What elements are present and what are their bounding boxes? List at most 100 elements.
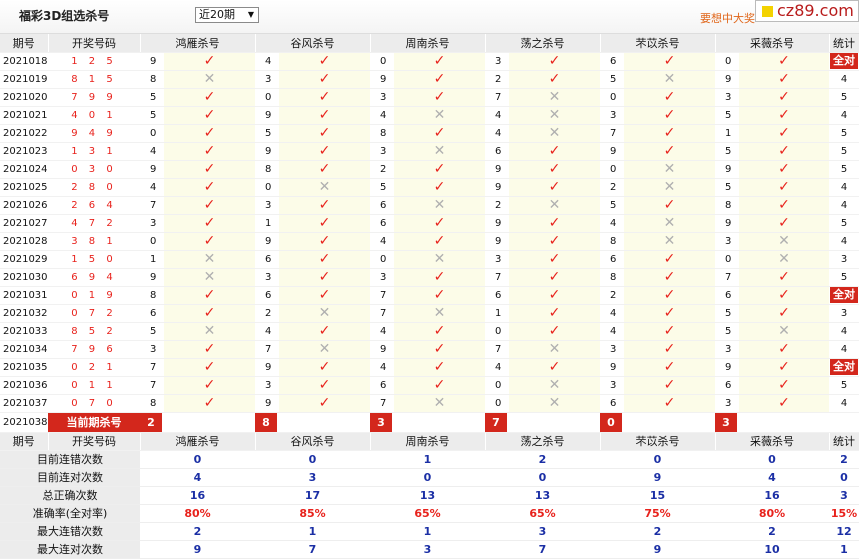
kill-number-cell: 9 [600, 142, 624, 161]
table-row: 2021027 4 7 2 3 ✓ 1 ✓ 6 ✓ 9 ✓ 4 ✕ 9 ✓ 5 [0, 214, 859, 233]
kill-number-cell: 2 [600, 178, 624, 197]
count-cell: 4 [829, 70, 859, 89]
stat-total: 2 [829, 450, 859, 469]
stat-row: 最大连错次数 2 1 1 3 2 2 12 [0, 522, 859, 541]
count-cell: 5 [829, 142, 859, 161]
cross-icon: ✕ [509, 196, 600, 215]
kill-number-cell: 7 [370, 394, 394, 413]
cross-icon: ✕ [394, 304, 485, 323]
table-row: 2021036 0 1 1 7 ✓ 3 ✓ 6 ✓ 0 ✕ 3 ✓ 6 ✓ 5 [0, 376, 859, 395]
check-icon: ✓ [279, 286, 370, 305]
kill-number-cell: 5 [715, 106, 739, 125]
col-header-expert: 芣苡杀号 [600, 34, 716, 53]
cross-icon: ✕ [624, 70, 715, 89]
current-kill-cell: 0 [600, 412, 624, 433]
check-icon: ✓ [739, 340, 829, 359]
count-cell: 4 [829, 106, 859, 125]
kill-number-cell: 9 [485, 178, 509, 197]
count-cell: 4 [829, 196, 859, 215]
check-icon: ✓ [279, 124, 370, 143]
kill-number-cell: 0 [485, 394, 509, 413]
draw-number-cell: 2 6 4 [48, 196, 140, 215]
check-icon: ✓ [509, 52, 600, 71]
kill-number-cell: 0 [600, 88, 624, 107]
kill-number-cell: 8 [255, 160, 279, 179]
table-row: 2021020 7 9 9 5 ✓ 0 ✓ 3 ✓ 7 ✕ 0 ✓ 3 ✓ 5 [0, 88, 859, 107]
stat-value: 1 [255, 522, 370, 541]
kill-number-cell: 7 [140, 376, 164, 395]
period-cell: 2021028 [0, 232, 48, 251]
stat-value: 2 [715, 522, 829, 541]
cross-icon: ✕ [509, 124, 600, 143]
table-row: 2021019 8 1 5 8 ✕ 3 ✓ 9 ✓ 2 ✓ 5 ✕ 9 ✓ 4 [0, 70, 859, 89]
kill-number-cell: 0 [255, 178, 279, 197]
check-icon: ✓ [624, 304, 715, 323]
cross-icon: ✕ [164, 70, 255, 89]
check-icon: ✓ [279, 250, 370, 269]
stat-value: 65% [485, 504, 600, 523]
count-cell: 4 [829, 340, 859, 359]
kill-number-cell: 3 [715, 232, 739, 251]
kill-number-cell: 5 [140, 106, 164, 125]
check-icon: ✓ [509, 214, 600, 233]
period-cell: 2021036 [0, 376, 48, 395]
draw-number-cell: 8 1 5 [48, 70, 140, 89]
check-icon: ✓ [509, 178, 600, 197]
kill-number-cell: 7 [140, 358, 164, 377]
draw-number-cell: 2 8 0 [48, 178, 140, 197]
period-cell: 2021027 [0, 214, 48, 233]
kill-number-cell: 5 [140, 88, 164, 107]
check-icon: ✓ [394, 322, 485, 341]
check-icon: ✓ [164, 214, 255, 233]
cross-icon: ✕ [394, 394, 485, 413]
check-icon: ✓ [624, 142, 715, 161]
table-row: 2021023 1 3 1 4 ✓ 9 ✓ 3 ✕ 6 ✓ 9 ✓ 5 ✓ 5 [0, 142, 859, 161]
check-icon: ✓ [279, 52, 370, 71]
col-header-draw: 开奖号码 [48, 34, 141, 53]
current-kill-cell: 7 [485, 412, 509, 433]
kill-number-cell: 5 [715, 322, 739, 341]
stat-value: 3 [255, 468, 370, 487]
current-kill-badge: 0 [600, 412, 622, 431]
all-correct-badge: 全对 [830, 359, 858, 375]
draw-number-cell: 0 2 1 [48, 358, 140, 377]
stat-value: 7 [485, 540, 600, 559]
current-kill-badge: 3 [715, 412, 737, 431]
kill-number-cell: 0 [715, 52, 739, 71]
check-icon: ✓ [164, 52, 255, 71]
period-select[interactable]: 近20期 ▼ [195, 7, 259, 23]
check-icon: ✓ [164, 394, 255, 413]
check-icon: ✓ [509, 250, 600, 269]
cross-icon: ✕ [509, 340, 600, 359]
table-row: 2021032 0 7 2 6 ✓ 2 ✕ 7 ✕ 1 ✓ 4 ✓ 5 ✓ 3 [0, 304, 859, 323]
col-header-expert: 谷风杀号 [255, 34, 371, 53]
stat-value: 0 [600, 450, 715, 469]
kill-number-cell: 6 [370, 196, 394, 215]
kill-number-cell: 2 [485, 70, 509, 89]
cross-icon: ✕ [509, 88, 600, 107]
kill-number-cell: 3 [600, 340, 624, 359]
draw-number-cell: 0 7 0 [48, 394, 140, 413]
promo-link[interactable]: 要想中大奖 [700, 10, 755, 26]
stat-value: 0 [715, 450, 829, 469]
count-cell: 3 [829, 250, 859, 269]
check-icon: ✓ [624, 250, 715, 269]
check-icon: ✓ [394, 358, 485, 377]
kill-number-cell: 5 [370, 178, 394, 197]
check-icon: ✓ [164, 376, 255, 395]
check-icon: ✓ [624, 340, 715, 359]
draw-number-cell: 3 8 1 [48, 232, 140, 251]
kill-number-cell: 9 [370, 340, 394, 359]
stat-total: 3 [829, 486, 859, 505]
check-icon: ✓ [394, 376, 485, 395]
kill-number-cell: 2 [255, 304, 279, 323]
kill-number-cell: 6 [255, 250, 279, 269]
col-header-period: 期号 [0, 432, 49, 451]
check-icon: ✓ [624, 268, 715, 287]
current-kill-badge: 2 [140, 412, 162, 431]
kill-number-cell: 7 [370, 304, 394, 323]
check-icon: ✓ [164, 106, 255, 125]
check-icon: ✓ [739, 124, 829, 143]
stat-value: 80% [715, 504, 829, 523]
col-header-expert: 芣苡杀号 [600, 432, 716, 451]
